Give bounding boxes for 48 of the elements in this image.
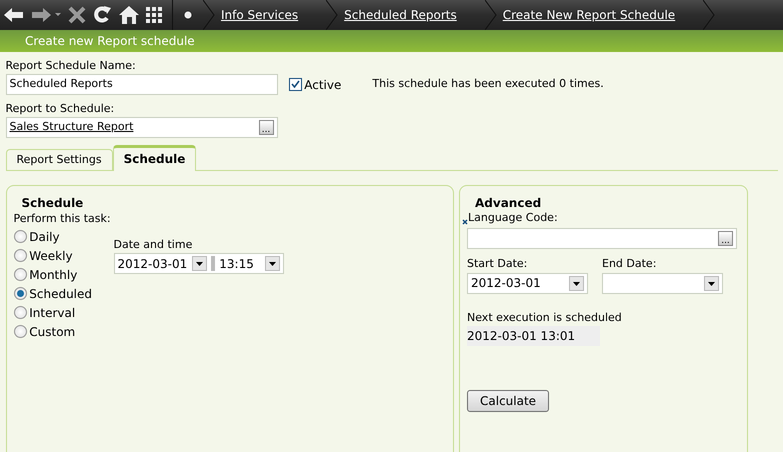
- browse-button[interactable]: ...: [258, 120, 274, 135]
- field-label: Date and time: [114, 236, 194, 252]
- dropdown-icon[interactable]: [192, 256, 208, 271]
- field-label: Language Code:: [468, 210, 558, 226]
- close-icon[interactable]: [66, 5, 86, 25]
- check-icon: [290, 80, 300, 89]
- back-icon[interactable]: [2, 5, 25, 25]
- chevron-divider-icon: [484, 0, 497, 30]
- browse-button[interactable]: ...: [718, 231, 733, 246]
- field-label: Report to Schedule:: [6, 100, 116, 116]
- dropdown-icon[interactable]: [704, 276, 719, 290]
- radio-option[interactable]: Monthly: [14, 265, 114, 284]
- tab[interactable]: Report Settings: [6, 148, 113, 170]
- dropdown-icon[interactable]: [569, 276, 584, 290]
- radio-option[interactable]: Scheduled: [14, 284, 114, 303]
- next-execution-label: Next execution is scheduled: [467, 310, 623, 326]
- field-label: Report Schedule Name:: [6, 58, 137, 74]
- required-icon: [462, 218, 468, 225]
- refresh-icon[interactable]: [92, 5, 112, 25]
- radio-option[interactable]: Custom: [14, 322, 114, 341]
- active-checkbox[interactable]: [288, 78, 302, 91]
- grid-icon[interactable]: [145, 5, 163, 25]
- active-label: Active: [304, 76, 342, 94]
- breadcrumb-link[interactable]: Info Services: [215, 0, 326, 30]
- field-label: Start Date:: [467, 256, 528, 272]
- forward-icon[interactable]: [30, 5, 52, 25]
- calculate-button[interactable]: Calculate: [467, 390, 550, 412]
- field-label: End Date:: [602, 256, 658, 272]
- breadcrumb-link[interactable]: Create New Report Schedule: [496, 0, 704, 30]
- chevron-divider-icon: [326, 0, 338, 30]
- chevron-divider-icon: [703, 0, 716, 30]
- start-date-dropdown[interactable]: 2012-03-01: [467, 272, 588, 294]
- name-field[interactable]: Scheduled Reports: [6, 74, 278, 95]
- radio-option[interactable]: Daily: [14, 227, 114, 246]
- tab[interactable]: Schedule: [112, 145, 196, 171]
- language-field[interactable]: ...: [467, 228, 737, 249]
- radio-option[interactable]: Interval: [14, 303, 114, 322]
- task-prompt: Perform this task:: [14, 210, 112, 226]
- execution-note: This schedule has been executed 0 times.: [372, 76, 604, 92]
- report-link[interactable]: Sales Structure Report: [10, 119, 134, 136]
- chevron-divider-icon: [203, 0, 215, 30]
- page-title: Create new Report schedule: [25, 33, 195, 50]
- next-execution-value: 2012-03-01 13:01: [467, 326, 600, 346]
- breadcrumb-link[interactable]: Scheduled Reports: [338, 0, 485, 30]
- home-icon[interactable]: [118, 5, 140, 25]
- radio-option[interactable]: Weekly: [14, 246, 114, 265]
- dropdown-icon[interactable]: [264, 256, 280, 271]
- report-field[interactable]: Sales Structure Report ...: [6, 117, 278, 138]
